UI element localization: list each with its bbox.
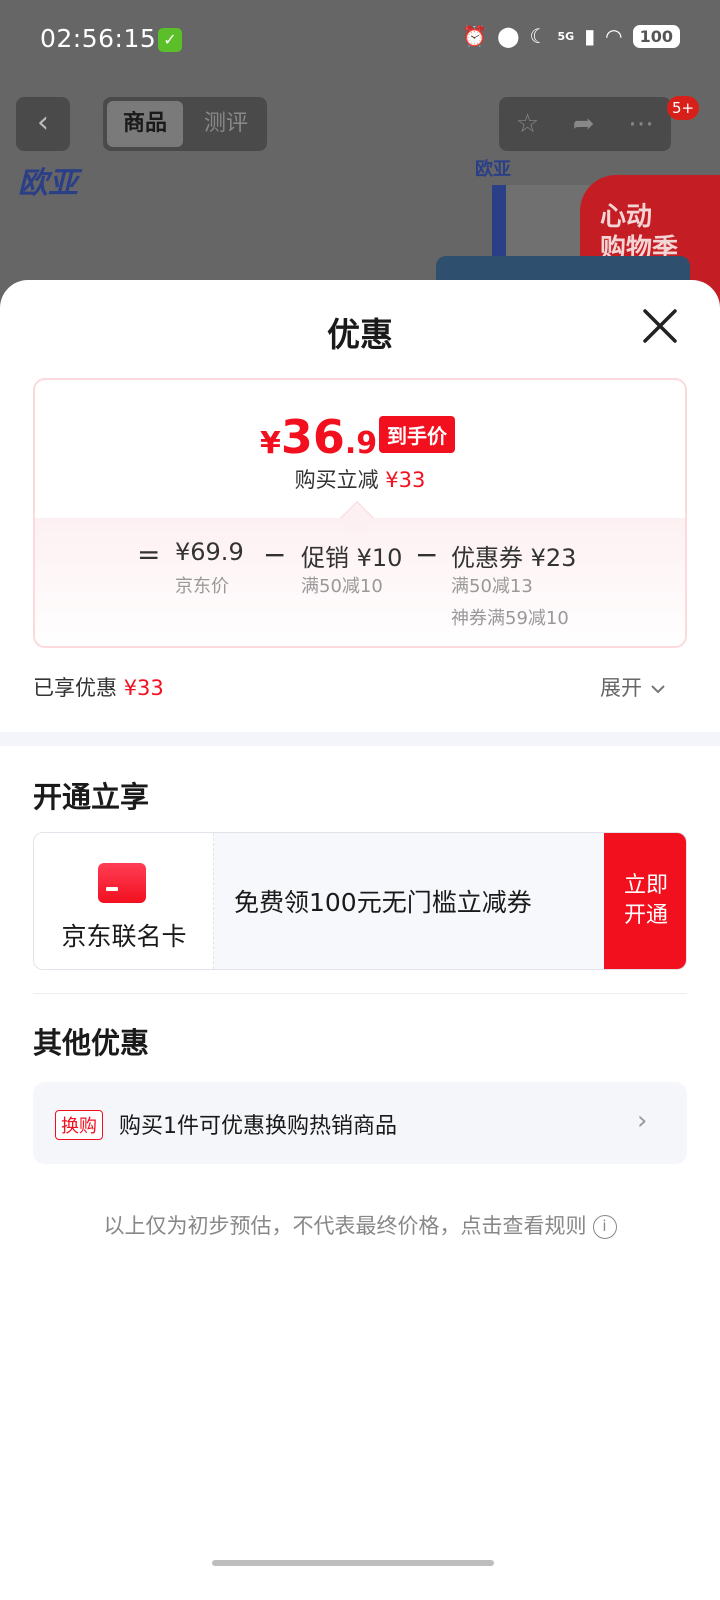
home-indicator[interactable]: [212, 1560, 494, 1566]
favorite-star-icon[interactable]: ☆: [516, 109, 539, 139]
co-brand-card-desc: 免费领100元无门槛立减券: [234, 888, 532, 917]
more-icon[interactable]: ⋯: [628, 109, 654, 139]
final-price-currency: ¥: [260, 426, 281, 461]
equals-sign: =: [137, 538, 161, 571]
section-divider: [0, 732, 720, 746]
exchange-tag: 换购: [55, 1110, 103, 1140]
promo-discount: 促销 ¥10: [301, 544, 403, 572]
enjoyed-discount: 已享优惠 ¥33: [33, 672, 164, 702]
network-type: 5G: [557, 29, 575, 43]
final-price-tag: 到手价: [379, 416, 455, 453]
co-brand-card-offer[interactable]: 京东联名卡 免费领100元无门槛立减券 立即 开通: [33, 832, 687, 970]
credit-card-icon: [98, 863, 146, 903]
battery-indicator: 100: [632, 24, 680, 48]
expand-label: 展开: [600, 676, 642, 700]
coupon-discount: 优惠券 ¥23: [451, 544, 577, 572]
brand-logo: 欧亚: [18, 166, 78, 201]
status-bar: 02:56:15 ✓ ⏰ ⬤ ☾ 5G ▮ ◠ 100: [0, 18, 720, 62]
background-product-page: 02:56:15 ✓ ⏰ ⬤ ☾ 5G ▮ ◠ 100 ‹ 商品 测评 ☆ ➦ …: [0, 0, 720, 320]
tab-review[interactable]: 测评: [191, 101, 261, 147]
buy-reduce-label: 购买立减: [294, 468, 379, 492]
promo-rule: 满50减10: [301, 576, 383, 597]
buy-reduce-value: ¥33: [385, 468, 426, 492]
status-time: 02:56:15: [40, 24, 157, 53]
divider: [33, 993, 687, 994]
minus-sign: −: [415, 538, 439, 571]
exchange-offer-item[interactable]: 换购 购买1件可优惠换购热销商品 ›: [33, 1082, 687, 1164]
nav-actions: ☆ ➦ ⋯: [499, 97, 671, 151]
sheet-title: 优惠: [327, 315, 393, 354]
moon-icon: ☾: [529, 24, 548, 48]
wifi-icon: ◠: [605, 24, 623, 48]
final-price-integer: 36: [280, 410, 345, 464]
close-button[interactable]: [638, 304, 682, 348]
product-brand-logo: 欧亚: [475, 159, 511, 180]
share-icon[interactable]: ➦: [573, 109, 595, 139]
info-icon[interactable]: i: [592, 1215, 617, 1239]
alarm-icon: ⏰: [462, 24, 488, 48]
enjoyed-value: ¥33: [123, 676, 164, 700]
location-icon: ⬤: [497, 24, 520, 48]
disclaimer-text: 以上仅为初步预估，不代表最终价格，点击查看规则: [103, 1214, 587, 1238]
exchange-offer-text: 购买1件可优惠换购热销商品: [119, 1114, 397, 1139]
page-tab-switch: 商品 测评: [103, 97, 267, 151]
jd-price: ¥69.9: [175, 538, 244, 566]
co-brand-card-name: 京东联名卡: [61, 922, 187, 951]
signal-icon: ▮: [584, 24, 596, 48]
open-section-title: 开通立享: [33, 780, 150, 814]
super-coupon-rule: 神券满59减10: [451, 608, 569, 629]
security-shield-icon: ✓: [158, 28, 182, 52]
final-price: ¥ 36 .9: [260, 410, 377, 464]
disclaimer[interactable]: 以上仅为初步预估，不代表最终价格，点击查看规则 i: [0, 1210, 720, 1240]
final-price-decimal: .9: [344, 426, 378, 461]
chevron-down-icon: [650, 685, 665, 694]
notification-badge: 5+: [667, 96, 699, 120]
expand-button[interactable]: 展开: [600, 672, 667, 702]
back-button[interactable]: ‹: [16, 97, 70, 151]
discount-sheet: 优惠 ¥ 36 .9 到手价 购买立减 ¥33 = ¥69.9 京东价 − 促销…: [0, 280, 720, 1600]
other-section-title: 其他优惠: [33, 1026, 150, 1060]
close-icon: [643, 309, 677, 343]
jd-price-label: 京东价: [175, 576, 229, 597]
enjoyed-label: 已享优惠: [33, 676, 117, 700]
buy-reduce-line: 购买立减 ¥33: [35, 464, 685, 494]
co-brand-card-left: 京东联名卡: [34, 833, 214, 969]
tab-product[interactable]: 商品: [107, 101, 183, 147]
price-breakdown-card: ¥ 36 .9 到手价 购买立减 ¥33 = ¥69.9 京东价 − 促销 ¥1…: [33, 378, 687, 648]
chevron-left-icon: ‹: [37, 105, 49, 140]
open-now-button[interactable]: 立即 开通: [604, 833, 686, 969]
coupon-rule: 满50减13: [451, 576, 533, 597]
minus-sign: −: [263, 538, 287, 571]
status-icons: ⏰ ⬤ ☾ 5G ▮ ◠ 100: [462, 24, 680, 48]
chevron-right-icon: ›: [637, 1106, 648, 1136]
